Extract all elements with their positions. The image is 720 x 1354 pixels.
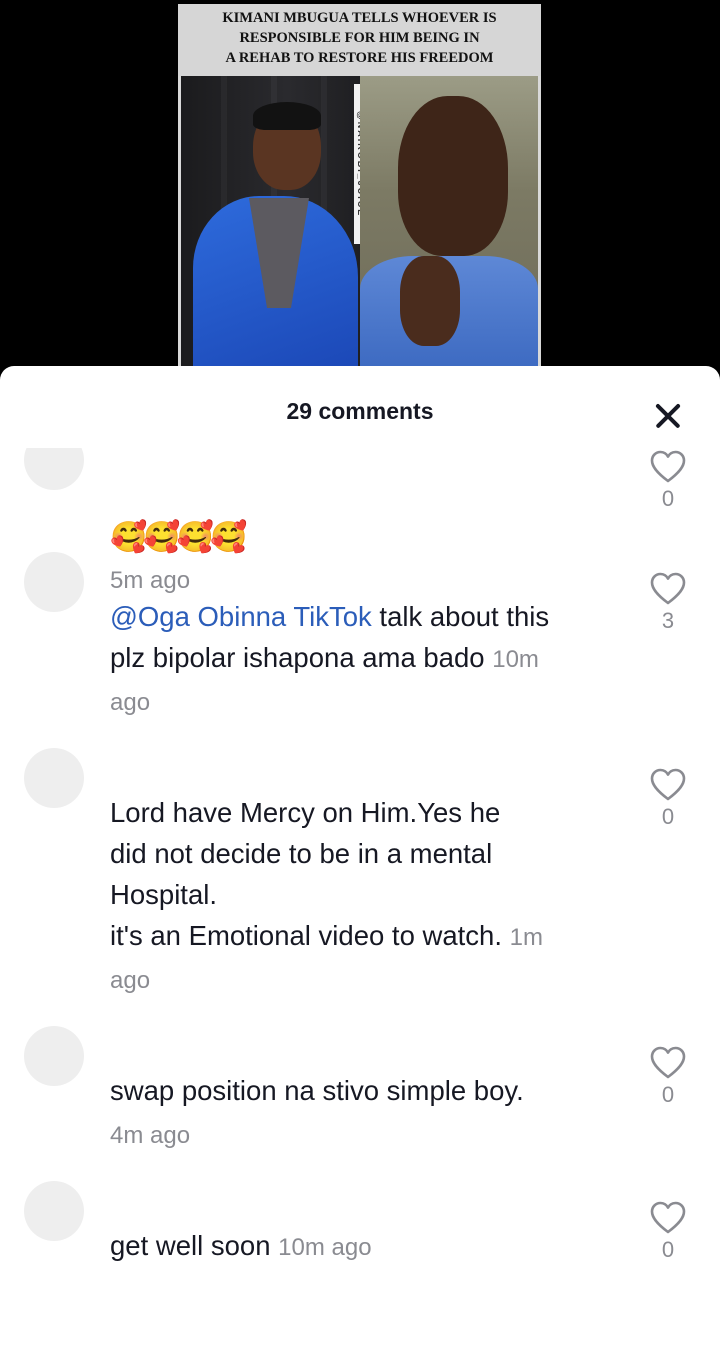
avatar[interactable]: [24, 448, 84, 490]
comment-body: swap position na stivo simple boy.: [110, 1075, 524, 1106]
avatar[interactable]: [24, 1181, 84, 1241]
like-button[interactable]: 0: [648, 450, 688, 512]
headline-line: A REHAB TO RESTORE HIS FREEDOM: [225, 50, 494, 66]
comment-text[interactable]: 🥰🥰🥰🥰 5m ago: [110, 476, 630, 601]
heart-icon: [650, 1046, 686, 1079]
comment-text[interactable]: get well soon 10m ago: [110, 1225, 630, 1268]
comment-body: Lord have Mercy on Him.Yes he did not de…: [110, 797, 502, 951]
like-count: 3: [661, 608, 675, 633]
like-count: 0: [661, 486, 675, 511]
avatar[interactable]: [24, 1026, 84, 1086]
comments-header: 29 comments: [0, 366, 720, 448]
headline-line: KIMANI MBUGUA TELLS WHOEVER IS: [222, 10, 497, 26]
comments-list[interactable]: 🥰🥰🥰🥰 5m ago 0 @Oga Obinna TikTok talk ab…: [0, 448, 720, 1354]
avatar[interactable]: [24, 552, 84, 612]
like-count: 0: [661, 1237, 675, 1262]
comment-text[interactable]: Lord have Mercy on Him.Yes he did not de…: [110, 792, 630, 1001]
comment-text[interactable]: @Oga Obinna TikTok talk about this plz b…: [110, 596, 630, 723]
comment-body: 🥰🥰🥰🥰: [110, 521, 247, 554]
comment-mention[interactable]: @Oga Obinna TikTok: [110, 601, 372, 632]
comments-count: 29 comments: [286, 398, 434, 424]
heart-icon: [650, 768, 686, 801]
like-button[interactable]: 3: [648, 572, 688, 634]
like-button[interactable]: 0: [648, 1201, 688, 1263]
comment-body: get well soon: [110, 1230, 271, 1261]
comment-time: 10m ago: [278, 1234, 372, 1261]
like-button[interactable]: 0: [648, 1046, 688, 1108]
person-face: [398, 96, 508, 256]
heart-icon: [650, 450, 686, 483]
heart-icon: [650, 572, 686, 605]
avatar[interactable]: [24, 748, 84, 808]
video-thumbnail: KIMANI MBUGUA TELLS WHOEVER IS RESPONSIB…: [178, 4, 541, 366]
heart-icon: [650, 1201, 686, 1234]
video-headline: KIMANI MBUGUA TELLS WHOEVER IS RESPONSIB…: [178, 4, 541, 76]
like-count: 0: [661, 804, 675, 829]
close-icon[interactable]: [651, 399, 685, 433]
comment-time: 4m ago: [110, 1122, 191, 1149]
comments-sheet: 29 comments 🥰🥰🥰🥰 5m ago 0 @Oga Obinna Ti…: [0, 366, 720, 1354]
video-player[interactable]: KIMANI MBUGUA TELLS WHOEVER IS RESPONSIB…: [0, 0, 720, 380]
photo-right: [360, 76, 538, 366]
like-count: 0: [661, 1082, 675, 1107]
like-button[interactable]: 0: [648, 768, 688, 830]
comment-text[interactable]: swap position na stivo simple boy. 4m ag…: [110, 1070, 630, 1156]
headline-line: RESPONSIBLE FOR HIM BEING IN: [239, 30, 480, 46]
comment-time: 5m ago: [110, 567, 191, 594]
